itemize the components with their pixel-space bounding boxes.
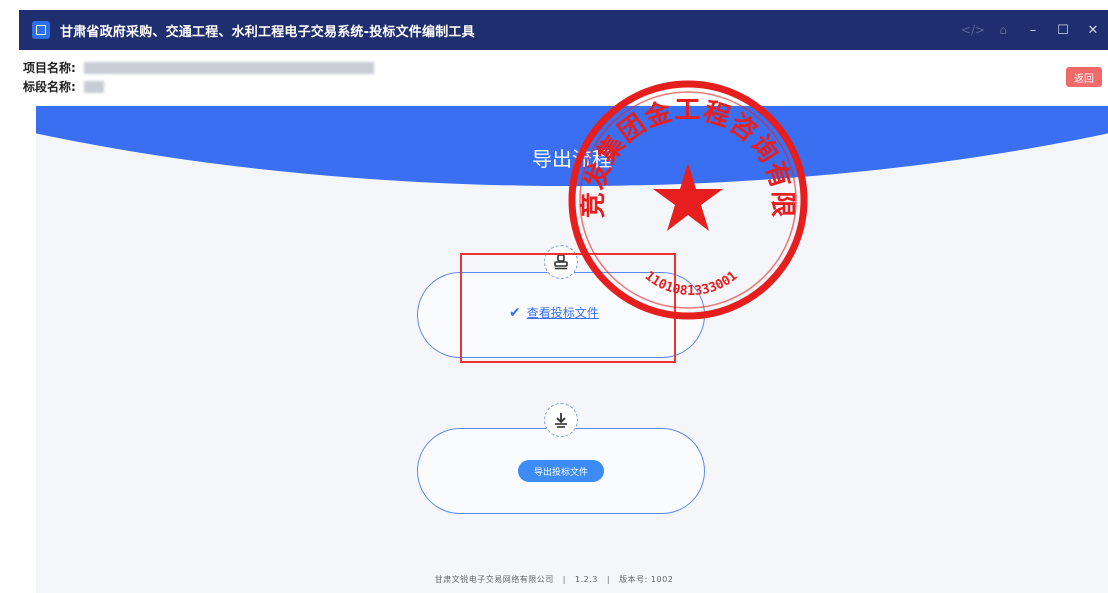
window-titlebar: 甘肃省政府采购、交通工程、水利工程电子交易系统-投标文件编制工具 </> ⌂ –… [19,10,1108,50]
svg-text:1101081333001: 1101081333001 [642,269,741,299]
section-name-label: 标段名称: [23,80,76,94]
project-name-value-redacted [83,61,374,74]
window-title: 甘肃省政府采购、交通工程、水利工程电子交易系统-投标文件编制工具 [60,24,475,40]
footer-separator: | [606,575,611,584]
footer-build: 1002 [650,575,674,584]
download-icon [544,403,578,437]
window-controls: </> ⌂ – ☐ ✕ [958,10,1108,50]
close-button[interactable]: ✕ [1078,10,1108,50]
home-icon[interactable]: ⌂ [988,10,1018,50]
code-icon[interactable]: </> [958,10,988,50]
back-button[interactable]: 返回 [1066,67,1102,87]
company-seal-stamp: 北京竞发集团金工程咨询有限公司 1101081333001 [565,77,808,320]
export-bid-file-button[interactable]: 导出投标文件 [518,460,604,482]
project-name-label: 项目名称: [23,61,76,75]
maximize-button[interactable]: ☐ [1048,10,1078,50]
section-name-row: 标段名称: [23,78,104,95]
footer-build-label: 版本号: [619,575,648,584]
footer-company: 甘肃文锐电子交易网络有限公司 [434,575,554,584]
footer-separator: | [562,575,566,584]
footer-version: 1.2.3 [575,575,598,584]
footer: 甘肃文锐电子交易网络有限公司 | 1.2.3 | 版本号: 1002 [0,574,1108,585]
project-info-bar: 项目名称: 标段名称: 返回 [19,50,1108,106]
seal-number: 1101081333001 [642,269,741,299]
minimize-button[interactable]: – [1018,10,1048,50]
section-name-value-redacted [83,80,104,93]
app-logo-icon [32,21,50,39]
project-name-row: 项目名称: [23,59,374,76]
